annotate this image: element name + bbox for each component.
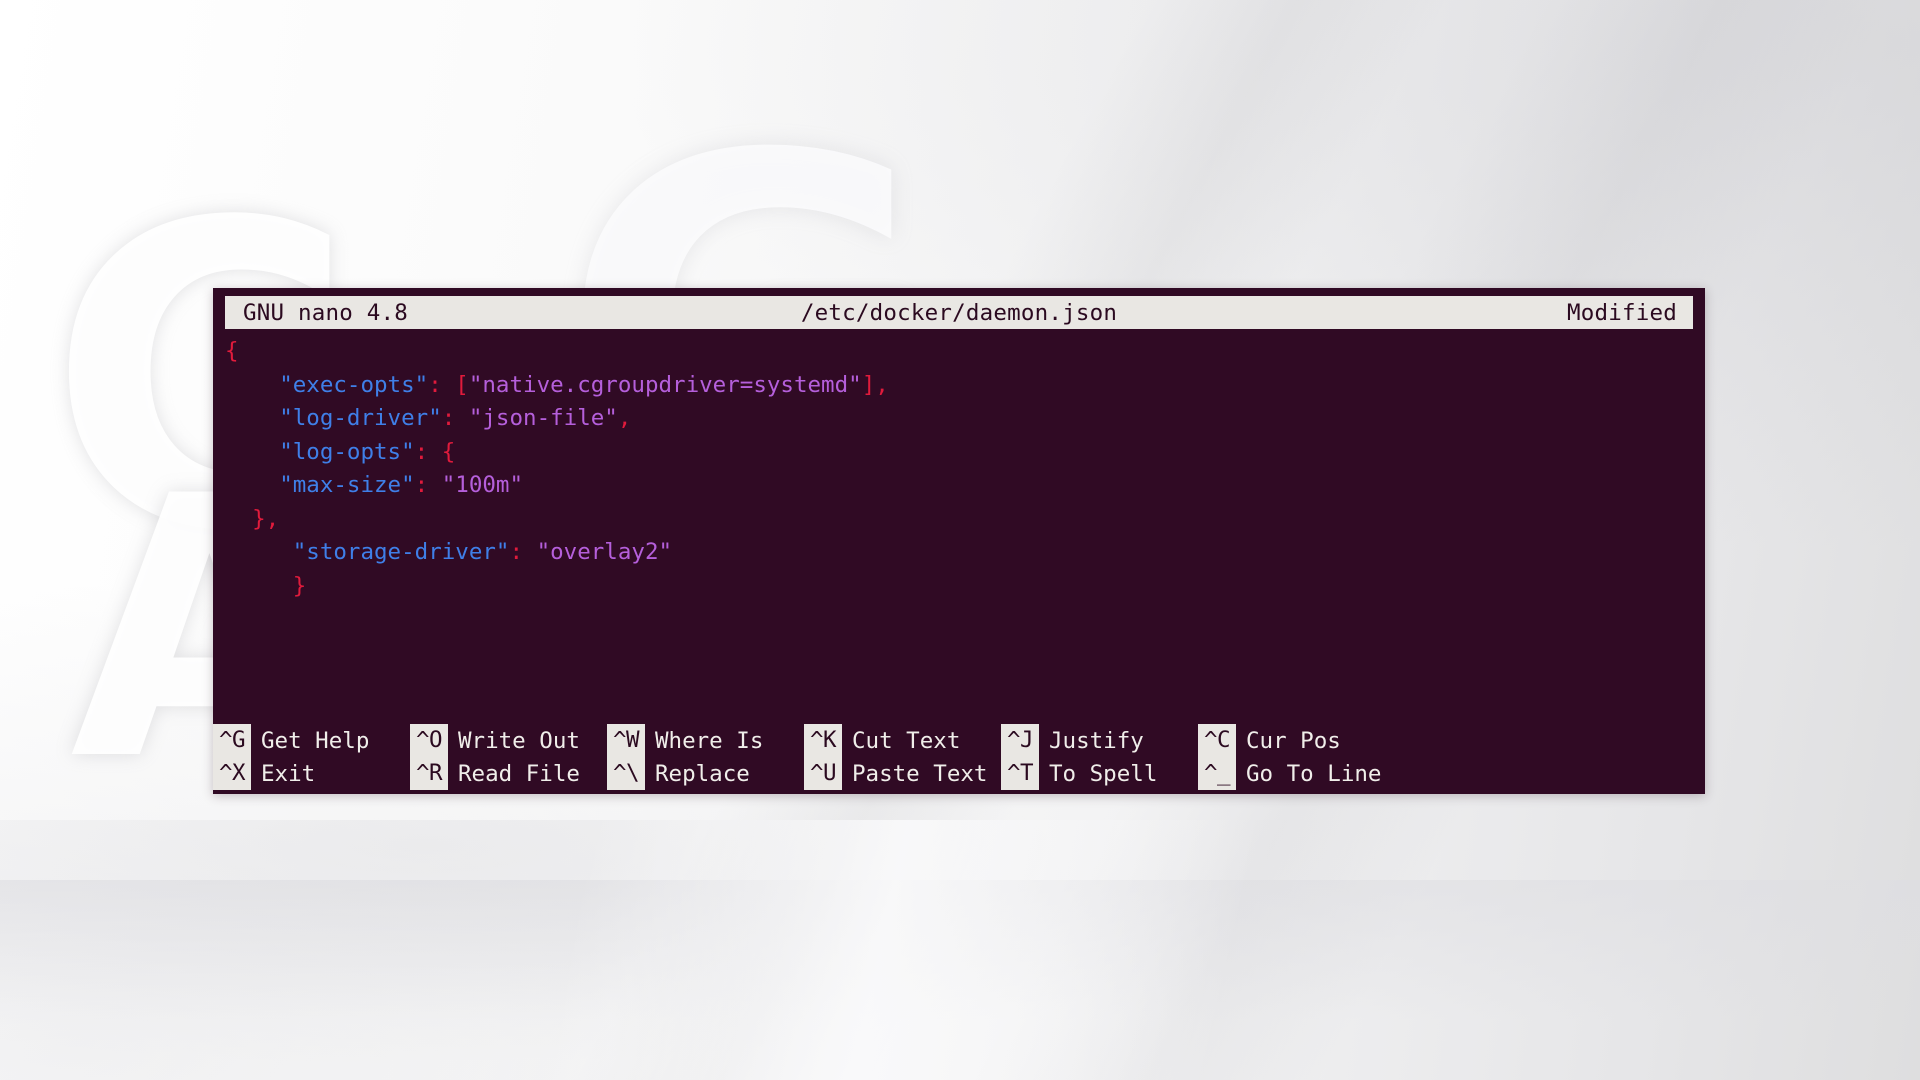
shortcut-label: Paste Text [852, 760, 988, 787]
shortcut-label: Read File [458, 760, 580, 787]
code-token-punct: [ [455, 371, 469, 398]
code-token-punct: ] [861, 371, 876, 398]
nano-terminal-window[interactable]: GNU nano 4.8 /etc/docker/daemon.json Mod… [213, 288, 1705, 794]
code-token-punct: , [875, 371, 889, 398]
help-row-1: ^G Get Help ^O Write Out ^W Where Is ^K Cut Tex… [213, 724, 1705, 757]
shortcut-label: Cur Pos [1246, 727, 1341, 754]
shortcut-key: ^_ [1198, 757, 1236, 790]
shortcut-key: ^R [410, 757, 448, 790]
code-token-key: "storage-driver" [292, 539, 510, 565]
shortcut-label: Cut Text [852, 727, 961, 754]
code-line: "max-size": "100m" [225, 469, 1693, 503]
shortcut-label: To Spell [1049, 760, 1158, 787]
shortcut-key: ^G [213, 724, 251, 757]
code-line: "log-opts": { [225, 436, 1693, 470]
help-row-2: ^X Exit ^R Read File ^\ Replace ^U Paste Text ^T… [213, 757, 1705, 790]
code-token-string: "100m" [441, 472, 524, 498]
code-token-key: "exec-opts" [279, 371, 429, 398]
code-token-string: "json-file" [468, 405, 618, 431]
shortcut-label: Write Out [458, 727, 580, 754]
code-token-string: "native.cgroupdriver=systemd" [468, 371, 862, 398]
code-token-key: "max-size" [279, 472, 415, 498]
code-token-colon: : [414, 472, 429, 498]
shortcut-where-is[interactable]: ^W Where Is [607, 724, 763, 757]
nano-title-bar: GNU nano 4.8 /etc/docker/daemon.json Mod… [225, 296, 1693, 329]
shortcut-label: Replace [655, 760, 750, 787]
shortcut-justify[interactable]: ^J Justify [1001, 724, 1144, 757]
shortcut-key: ^W [607, 724, 645, 757]
shortcut-label: Exit [261, 760, 316, 787]
shortcut-go-to-line[interactable]: ^_ Go To Line [1198, 757, 1381, 790]
nano-shortcut-help-bar: ^G Get Help ^O Write Out ^W Where Is ^K Cut Tex… [213, 720, 1705, 794]
shortcut-cut-text[interactable]: ^K Cut Text [804, 724, 960, 757]
shortcut-exit[interactable]: ^X Exit [213, 757, 315, 790]
code-token-key: "log-driver" [279, 405, 442, 431]
shortcut-label: Justify [1049, 727, 1144, 754]
shortcut-to-spell[interactable]: ^T To Spell [1001, 757, 1157, 790]
code-token-punct: }, [252, 505, 280, 532]
code-token-colon: : [509, 539, 524, 565]
code-line: }, [225, 503, 1693, 537]
desk-light-streak [0, 820, 1920, 1080]
shortcut-write-out[interactable]: ^O Write Out [410, 724, 580, 757]
code-line: "exec-opts": ["native.cgroupdriver=syste… [225, 369, 1693, 403]
shortcut-read-file[interactable]: ^R Read File [410, 757, 580, 790]
shortcut-cur-pos[interactable]: ^C Cur Pos [1198, 724, 1341, 757]
code-token-colon: : [428, 371, 442, 398]
shortcut-key: ^J [1001, 724, 1039, 757]
code-line: } [225, 570, 1693, 604]
shortcut-label: Go To Line [1246, 760, 1382, 787]
shortcut-label: Where Is [655, 727, 764, 754]
shortcut-key: ^K [804, 724, 842, 757]
code-token-string: "overlay2" [536, 539, 673, 565]
code-token-punct: } [292, 572, 307, 599]
shortcut-key: ^X [213, 757, 251, 790]
nano-filename-label: /etc/docker/daemon.json [800, 299, 1118, 326]
code-line: { [225, 335, 1693, 369]
shortcut-replace[interactable]: ^\ Replace [607, 757, 750, 790]
code-token-punct: , [617, 405, 632, 431]
code-line: "log-driver": "json-file", [225, 402, 1693, 436]
shortcut-key: ^T [1001, 757, 1039, 790]
nano-editor-buffer[interactable]: { "exec-opts": ["native.cgroupdriver=sys… [213, 329, 1705, 670]
shortcut-key: ^C [1198, 724, 1236, 757]
shortcut-key: ^O [410, 724, 448, 757]
shortcut-paste-text[interactable]: ^U Paste Text [804, 757, 987, 790]
shortcut-key: ^\ [607, 757, 645, 790]
code-token-punct: { [225, 338, 239, 364]
code-token-key: "log-opts" [279, 438, 415, 465]
code-token-colon: : [441, 405, 456, 431]
code-token-punct: { [441, 438, 456, 465]
shortcut-key: ^U [804, 757, 842, 790]
shortcut-label: Get Help [261, 727, 370, 754]
code-line: "storage-driver": "overlay2" [225, 536, 1693, 570]
code-token-colon: : [414, 438, 429, 465]
shortcut-get-help[interactable]: ^G Get Help [213, 724, 369, 757]
